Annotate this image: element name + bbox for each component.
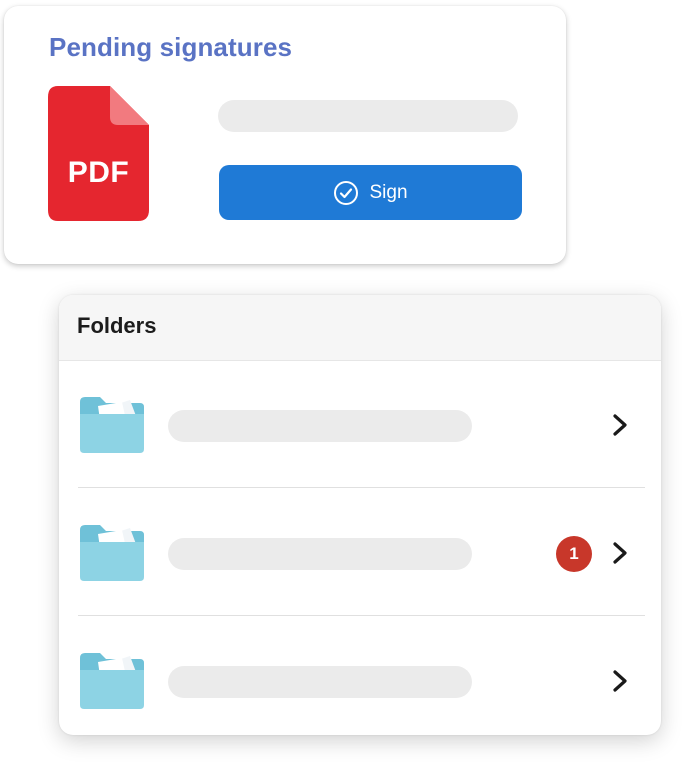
folders-header: Folders <box>59 295 661 361</box>
folder-row[interactable]: 1 <box>59 488 661 616</box>
card-title: Pending signatures <box>49 32 293 62</box>
pdf-file-icon: PDF <box>48 86 149 221</box>
chevron-right-icon[interactable] <box>609 412 631 438</box>
folder-name-placeholder <box>168 666 472 698</box>
folder-row[interactable] <box>59 360 661 488</box>
folders-title: Folders <box>77 313 157 338</box>
pending-signatures-card: Pending signatures PDF Sign <box>4 6 566 264</box>
folder-name-placeholder <box>168 410 472 442</box>
sign-button-label: Sign <box>369 181 408 203</box>
stage: Pending signatures PDF Sign Folders 1 <box>0 0 697 774</box>
chevron-right-icon[interactable] <box>609 540 631 566</box>
check-circle-icon <box>334 180 359 205</box>
folder-name-placeholder <box>168 538 472 570</box>
pdf-label: PDF <box>67 156 130 189</box>
folder-icon <box>78 650 146 710</box>
folder-icon <box>78 394 146 454</box>
notification-badge: 1 <box>556 536 592 572</box>
folders-panel: Folders 1 <box>59 295 661 735</box>
document-name-placeholder <box>218 100 518 132</box>
folder-icon <box>78 522 146 582</box>
sign-button[interactable]: Sign <box>219 165 522 220</box>
chevron-right-icon[interactable] <box>609 668 631 694</box>
folder-row[interactable] <box>59 616 661 735</box>
